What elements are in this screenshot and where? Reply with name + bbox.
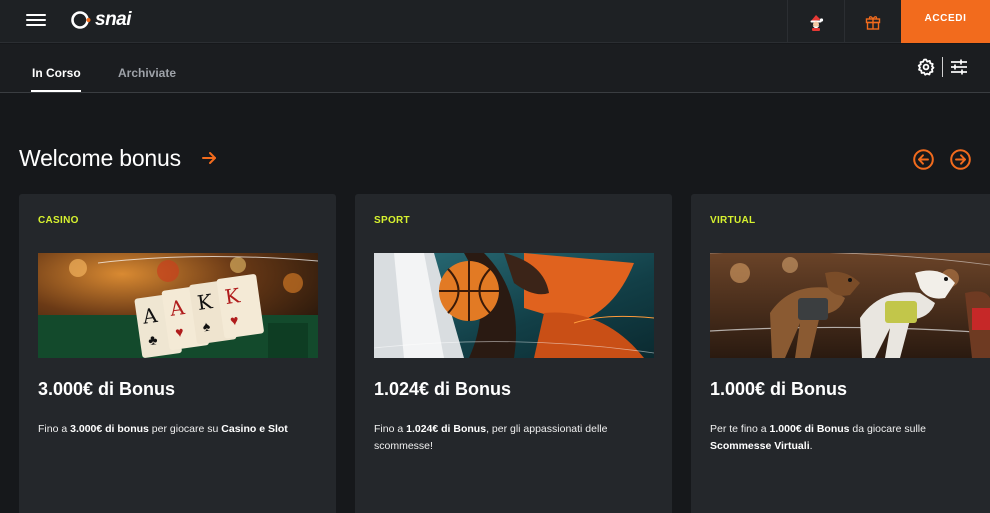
tabs-bar: In Corso Archiviate xyxy=(0,44,990,93)
prev-circle-icon[interactable] xyxy=(913,149,934,170)
bonus-card-sport[interactable]: SPORT 1.024€ di Bonus Fino a 1.024€ di B… xyxy=(355,194,672,513)
card-description: Per te fino a 1.000€ di Bonus da giocare… xyxy=(710,423,926,452)
card-title: 1.024€ di Bonus xyxy=(374,379,512,399)
menu-icon[interactable] xyxy=(26,11,46,29)
toolbar-divider xyxy=(942,57,943,77)
greyhound-racing-image xyxy=(710,253,990,358)
tab-in-corso[interactable]: In Corso xyxy=(32,66,81,80)
card-category: CASINO xyxy=(38,215,79,226)
top-bar: snai ACCEDI xyxy=(0,0,990,43)
bonus-card-casino[interactable]: CASINO A A K K ♣ ♥ ♠ ♥ 3.000€ di Bonus F… xyxy=(19,194,336,513)
card-description: Fino a 3.000€ di bonus per giocare su Ca… xyxy=(38,423,288,435)
card-title: 1.000€ di Bonus xyxy=(710,379,848,399)
next-circle-icon[interactable] xyxy=(950,149,971,170)
toolbar xyxy=(917,56,968,78)
card-title: 3.000€ di Bonus xyxy=(38,379,176,399)
card-description: Fino a 1.024€ di Bonus, per gli appassio… xyxy=(374,423,608,452)
section-title: Welcome bonus xyxy=(19,145,181,171)
santa-icon xyxy=(810,14,824,31)
login-button[interactable]: ACCEDI xyxy=(901,0,990,43)
logo-ring-icon xyxy=(71,11,91,29)
card-category: VIRTUAL xyxy=(710,215,756,226)
basketball-image xyxy=(374,253,654,358)
promo-santa-button[interactable] xyxy=(787,0,844,43)
brand-logo[interactable]: snai xyxy=(70,9,132,31)
tab-archiviate[interactable]: Archiviate xyxy=(118,66,176,80)
gift-icon xyxy=(865,15,881,30)
poker-cards-image: A A K K ♣ ♥ ♠ ♥ xyxy=(38,253,318,358)
gear-icon[interactable] xyxy=(917,58,935,76)
brand-name: snai xyxy=(95,9,132,30)
card-category: SPORT xyxy=(374,215,410,226)
active-tab-indicator xyxy=(31,90,81,92)
gift-button[interactable] xyxy=(844,0,901,43)
arrow-right-icon[interactable] xyxy=(201,150,217,166)
sliders-icon[interactable] xyxy=(950,58,968,76)
bonus-card-virtual[interactable]: VIRTUAL 1.000€ di Bonus Per te fino a 1.… xyxy=(691,194,990,513)
